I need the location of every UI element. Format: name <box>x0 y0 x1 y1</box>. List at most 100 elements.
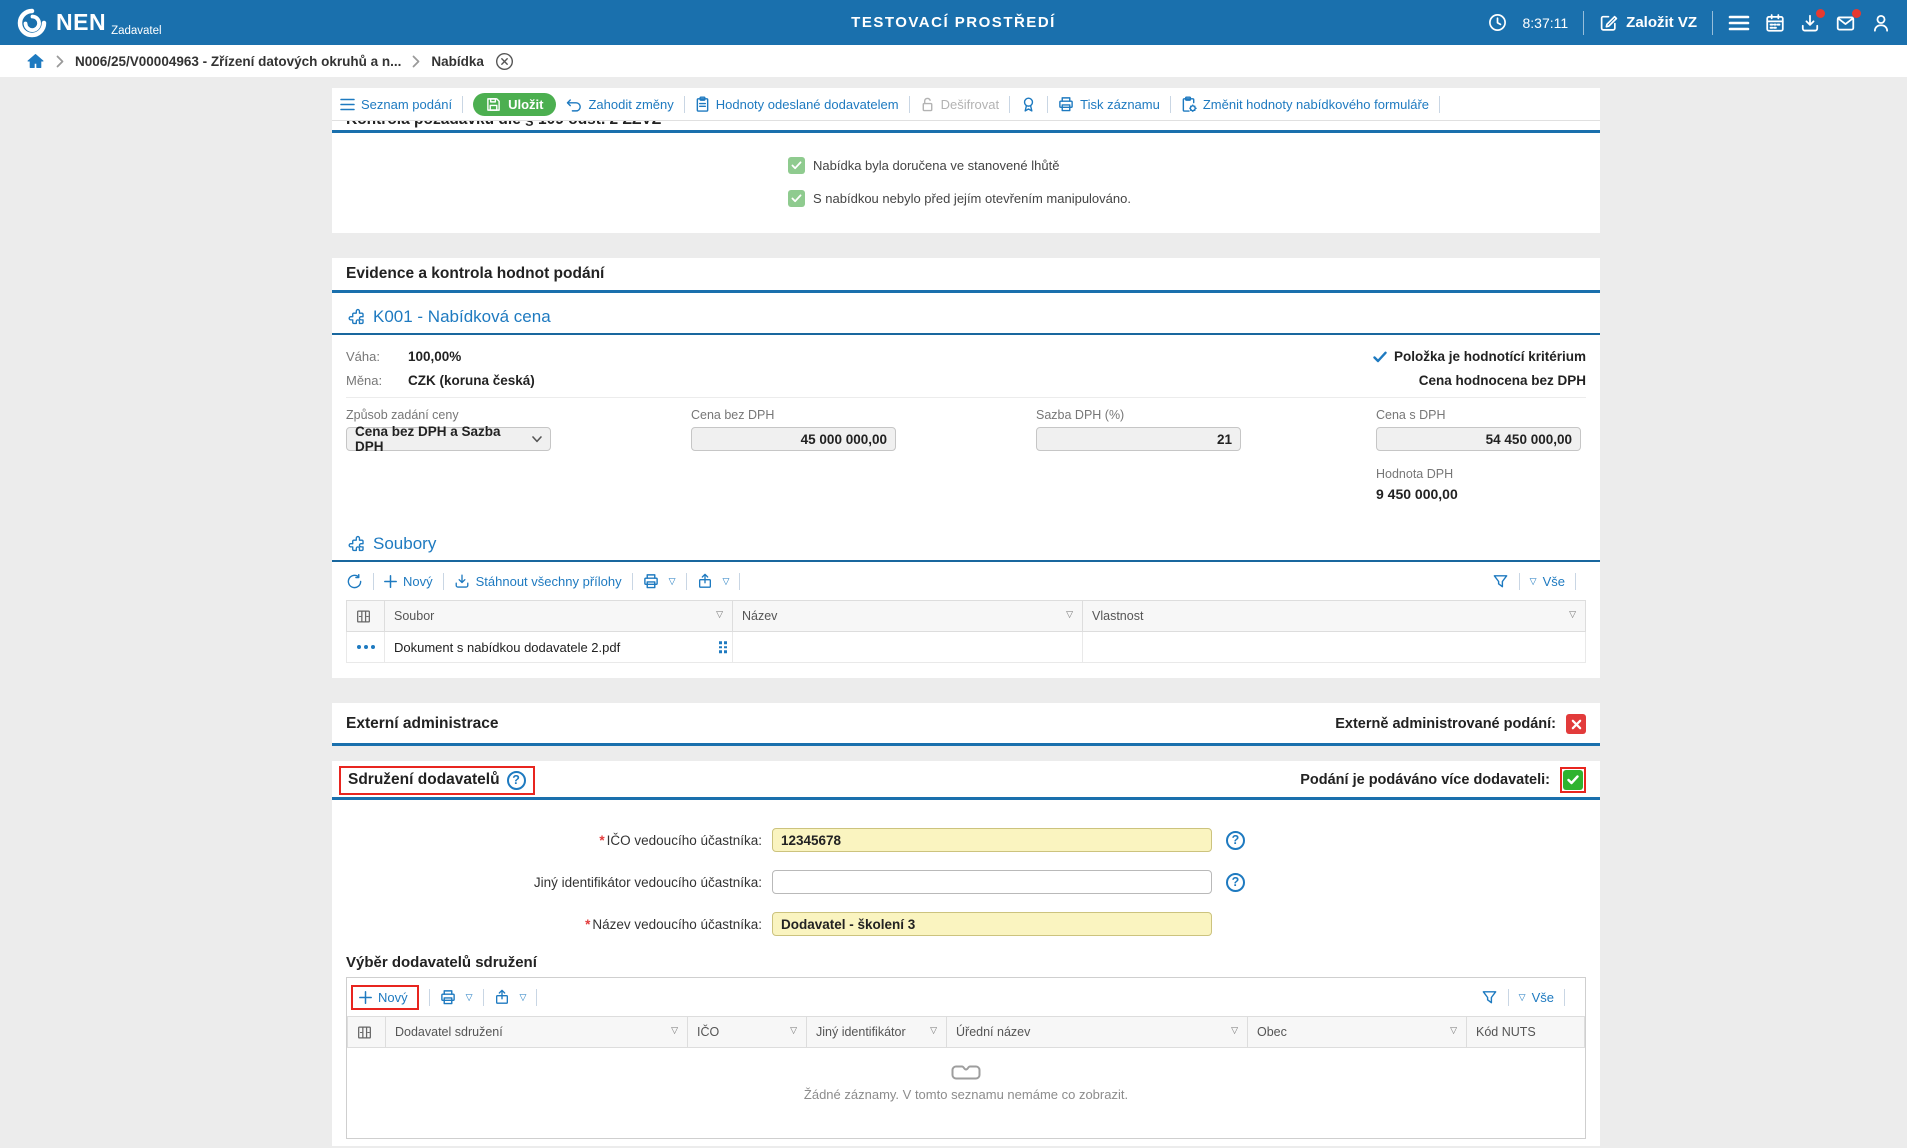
kriterium-flag: Položka je hodnotící kritérium <box>1373 345 1586 369</box>
table-row[interactable]: Dokument s nabídkou dodavatele 2.pdf <box>347 632 1586 663</box>
tisk-zaznamu-label: Tisk záznamu <box>1080 97 1160 112</box>
column-header-uredni-nazev[interactable]: Úřední název▽ <box>947 1017 1248 1048</box>
seznam-podani-label: Seznam podání <box>361 97 452 112</box>
sdruzeni-checkbox-checked[interactable] <box>1563 770 1583 790</box>
dropdown-arrow-icon: ▽ <box>669 576 676 587</box>
column-header-vlastnost[interactable]: Vlastnost▽ <box>1083 601 1586 632</box>
column-settings-header[interactable] <box>347 601 385 632</box>
section-rule <box>332 290 1600 293</box>
column-settings-header[interactable] <box>348 1017 386 1048</box>
check-blue-icon <box>1373 351 1387 363</box>
column-header-dodavatel[interactable]: Dodavatel sdružení▽ <box>386 1017 688 1048</box>
filter-icon[interactable] <box>1481 989 1498 1006</box>
sort-icon[interactable]: ▽ <box>1066 609 1073 620</box>
column-header-jiny-identifikator[interactable]: Jiný identifikátor▽ <box>807 1017 947 1048</box>
k001-heading: K001 - Nabídková cena <box>346 307 1586 327</box>
hodnoty-odeslane-button[interactable]: Hodnoty odeslané dodavatelem <box>695 96 899 112</box>
puzzle-icon <box>346 308 365 327</box>
help-icon[interactable]: ? <box>1226 873 1245 892</box>
section-kontrola: Kontrola požadavku dle § 109 odst. 2 ZZV… <box>332 121 1600 233</box>
soubory-toolbar: Nový Stáhnout všechny přílohy ▽ <box>346 562 1586 600</box>
ico-input[interactable] <box>772 828 1212 852</box>
toolbar-separator <box>483 989 484 1006</box>
vyber-toolbar: Nový ▽ ▽ <box>347 978 1585 1016</box>
breadcrumb-item[interactable]: N006/25/V00004963 - Zřízení datových okr… <box>75 54 401 69</box>
sort-icon[interactable]: ▽ <box>716 609 723 620</box>
certificate-button[interactable] <box>1020 96 1037 113</box>
print-grid-button[interactable]: ▽ <box>643 573 676 589</box>
empty-state: Žádné záznamy. V tomto seznamu nemáme co… <box>347 1048 1585 1138</box>
sort-icon[interactable]: ▽ <box>1569 609 1576 620</box>
externi-checkbox-unchecked[interactable] <box>1566 714 1586 734</box>
sort-icon[interactable]: ▽ <box>1450 1025 1457 1036</box>
home-icon[interactable] <box>26 52 45 70</box>
close-tab-icon[interactable] <box>495 52 514 71</box>
sort-icon[interactable]: ▽ <box>790 1025 797 1036</box>
row-menu-cell[interactable] <box>347 632 385 663</box>
refresh-icon[interactable] <box>346 573 363 590</box>
calendar-icon[interactable] <box>1765 13 1785 33</box>
breadcrumb-tab[interactable]: Nabídka <box>431 54 484 69</box>
sort-icon[interactable]: ▽ <box>671 1025 678 1036</box>
section-rule <box>332 797 1600 800</box>
tisk-zaznamu-button[interactable]: Tisk záznamu <box>1058 96 1160 112</box>
stahnout-prilohy-button[interactable]: Stáhnout všechny přílohy <box>454 573 622 589</box>
print-grid-button[interactable]: ▽ <box>440 989 473 1005</box>
sort-icon[interactable]: ▽ <box>930 1025 937 1036</box>
zmenit-hodnoty-button[interactable]: Změnit hodnoty nabídkového formuláře <box>1181 96 1429 113</box>
zalozit-vz-button[interactable]: Založit VZ <box>1599 13 1697 32</box>
jiny-identifikator-input[interactable] <box>772 870 1212 894</box>
novy-highlight: Nový <box>351 985 419 1010</box>
filter-icon[interactable] <box>1492 573 1509 590</box>
toolbar-separator <box>462 96 463 113</box>
messages-button[interactable] <box>1835 13 1856 33</box>
ulozit-button[interactable]: Uložit <box>473 93 556 116</box>
column-header-nazev[interactable]: Název▽ <box>733 601 1083 632</box>
downloads-button[interactable] <box>1800 13 1820 33</box>
help-icon[interactable]: ? <box>1226 831 1245 850</box>
seznam-podani-button[interactable]: Seznam podání <box>340 97 452 112</box>
vyber-novy-button[interactable]: Nový <box>359 990 408 1005</box>
section-evidence: Evidence a kontrola hodnot podání K001 -… <box>332 258 1600 678</box>
divider <box>346 397 1586 398</box>
cena-s-dph-field: 54 450 000,00 <box>1376 427 1581 451</box>
cell-vlastnost[interactable] <box>1083 632 1586 663</box>
user-icon[interactable] <box>1871 13 1891 33</box>
dropdown-arrow-icon: ▽ <box>1530 576 1537 587</box>
dropdown-arrow-icon: ▽ <box>520 992 527 1003</box>
ico-label: *IČO vedoucího účastníka: <box>332 833 762 848</box>
undo-icon <box>566 97 582 112</box>
desifrovat-button[interactable]: Dešifrovat <box>920 96 1000 112</box>
cena-s-dph-label: Cena s DPH <box>1376 408 1581 422</box>
help-icon[interactable]: ? <box>507 771 526 790</box>
brand[interactable]: NEN Zadavatel <box>16 7 162 39</box>
column-header-kod-nuts[interactable]: Kód NUTS <box>1467 1017 1585 1048</box>
novy-label: Nový <box>378 990 408 1005</box>
export-grid-button[interactable]: ▽ <box>494 989 527 1005</box>
column-header-ico[interactable]: IČO▽ <box>688 1017 807 1048</box>
soubory-novy-button[interactable]: Nový <box>384 574 433 589</box>
cell-handle-icon[interactable] <box>719 641 727 653</box>
cell-soubor[interactable]: Dokument s nabídkou dodavatele 2.pdf <box>385 632 733 663</box>
menu-icon[interactable] <box>1728 14 1750 32</box>
zpusob-dropdown[interactable]: Cena bez DPH a Sazba DPH <box>346 427 551 451</box>
toolbar-separator <box>443 573 444 590</box>
header-separator <box>1712 11 1713 35</box>
subsection-rule <box>332 333 1600 335</box>
zahodit-zmeny-button[interactable]: Zahodit změny <box>566 97 673 112</box>
sdruzeni-heading: Sdružení dodavatelů <box>348 771 500 789</box>
printer-icon <box>440 989 456 1005</box>
column-header-soubor[interactable]: Soubor▽ <box>385 601 733 632</box>
section-rule <box>332 743 1600 746</box>
nen-logo-icon <box>16 7 48 39</box>
sort-icon[interactable]: ▽ <box>1231 1025 1238 1036</box>
vse-filter-button[interactable]: ▽ Vše <box>1519 990 1554 1005</box>
column-settings-icon <box>357 1025 372 1040</box>
nazev-input[interactable] <box>772 912 1212 936</box>
hodnota-dph-label: Hodnota DPH <box>1376 467 1586 481</box>
form-row-jiny-identifikator: Jiný identifikátor vedoucího účastníka: … <box>332 870 1600 894</box>
column-header-obec[interactable]: Obec▽ <box>1248 1017 1467 1048</box>
vse-filter-button[interactable]: ▽ Vše <box>1530 574 1565 589</box>
export-grid-button[interactable]: ▽ <box>697 573 730 589</box>
cell-nazev[interactable] <box>733 632 1083 663</box>
